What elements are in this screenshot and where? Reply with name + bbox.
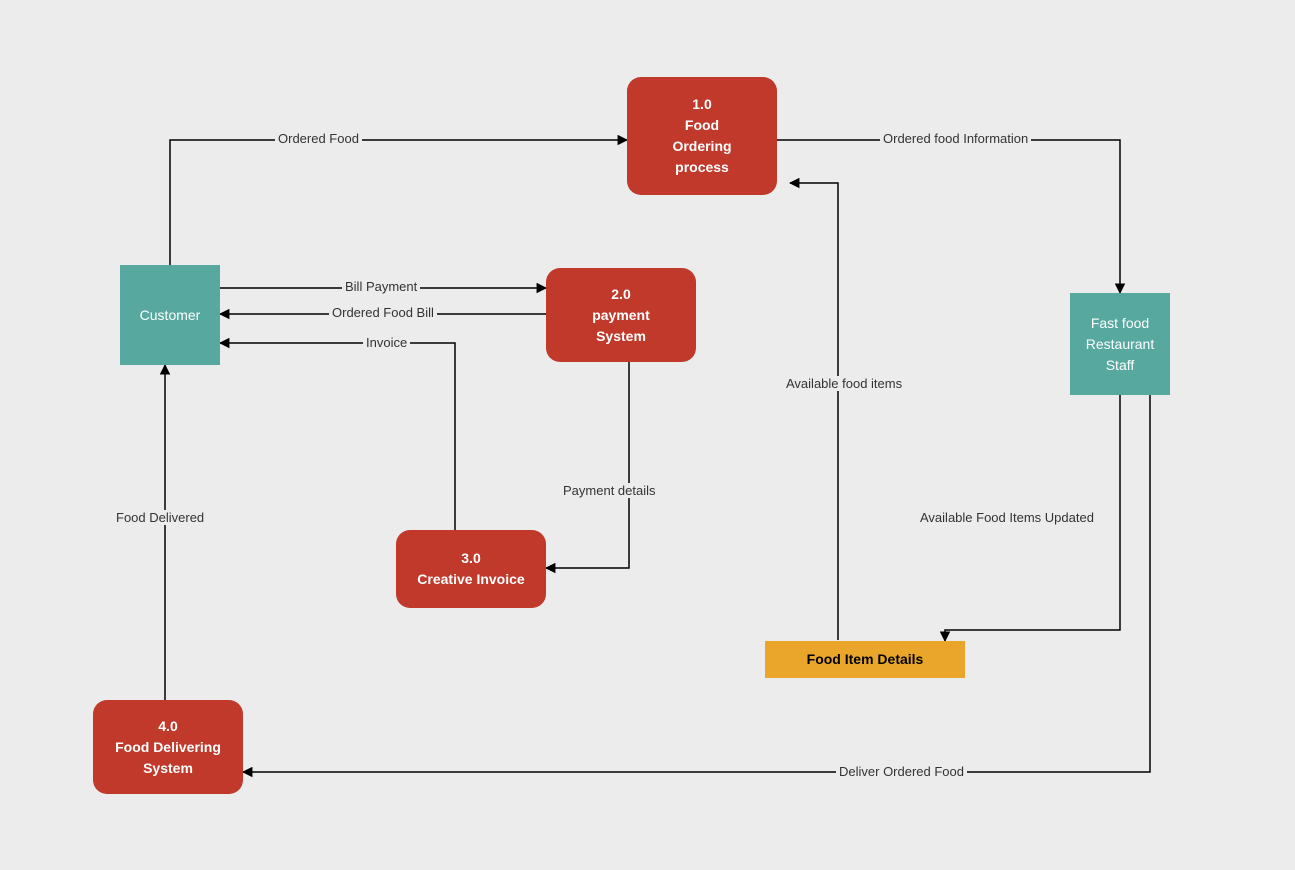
label-food-delivered: Food Delivered	[113, 510, 207, 525]
staff-line2: Restaurant	[1086, 334, 1154, 355]
datastore-food-items: Food Item Details	[765, 641, 965, 678]
process-1: 1.0 Food Ordering process	[627, 77, 777, 195]
p3-num: 3.0	[461, 548, 480, 569]
edge-deliver-food	[243, 395, 1150, 772]
p4-l2: System	[143, 758, 193, 779]
p3-l1: Creative Invoice	[417, 569, 524, 590]
store-label: Food Item Details	[807, 649, 924, 670]
label-invoice: Invoice	[363, 335, 410, 350]
p1-l2: Ordering	[672, 136, 731, 157]
label-deliver-food: Deliver Ordered Food	[836, 764, 967, 779]
entity-customer: Customer	[120, 265, 220, 365]
entity-staff: Fast food Restaurant Staff	[1070, 293, 1170, 395]
edge-invoice	[220, 343, 455, 530]
dfd-canvas: Customer Fast food Restaurant Staff 1.0 …	[0, 0, 1295, 870]
p2-num: 2.0	[611, 284, 630, 305]
label-ordered-food: Ordered Food	[275, 131, 362, 146]
edge-payment-details	[546, 362, 629, 568]
p1-l1: Food	[685, 115, 719, 136]
p4-num: 4.0	[158, 716, 177, 737]
label-ordered-info: Ordered food Information	[880, 131, 1031, 146]
p2-l1: payment	[592, 305, 650, 326]
edge-available-items	[790, 183, 838, 640]
p2-l2: System	[596, 326, 646, 347]
p1-num: 1.0	[692, 94, 711, 115]
p1-l3: process	[675, 157, 729, 178]
label-available-items: Available food items	[783, 376, 905, 391]
label-ordered-bill: Ordered Food Bill	[329, 305, 437, 320]
edge-ordered-info	[777, 140, 1120, 293]
process-4: 4.0 Food Delivering System	[93, 700, 243, 794]
edge-ordered-food	[170, 140, 627, 265]
process-3: 3.0 Creative Invoice	[396, 530, 546, 608]
staff-line1: Fast food	[1091, 313, 1149, 334]
process-2: 2.0 payment System	[546, 268, 696, 362]
label-available-updated: Available Food Items Updated	[917, 510, 1097, 525]
staff-line3: Staff	[1106, 355, 1135, 376]
label-bill-payment: Bill Payment	[342, 279, 420, 294]
p4-l1: Food Delivering	[115, 737, 221, 758]
entity-customer-label: Customer	[140, 305, 201, 326]
label-payment-details: Payment details	[560, 483, 659, 498]
